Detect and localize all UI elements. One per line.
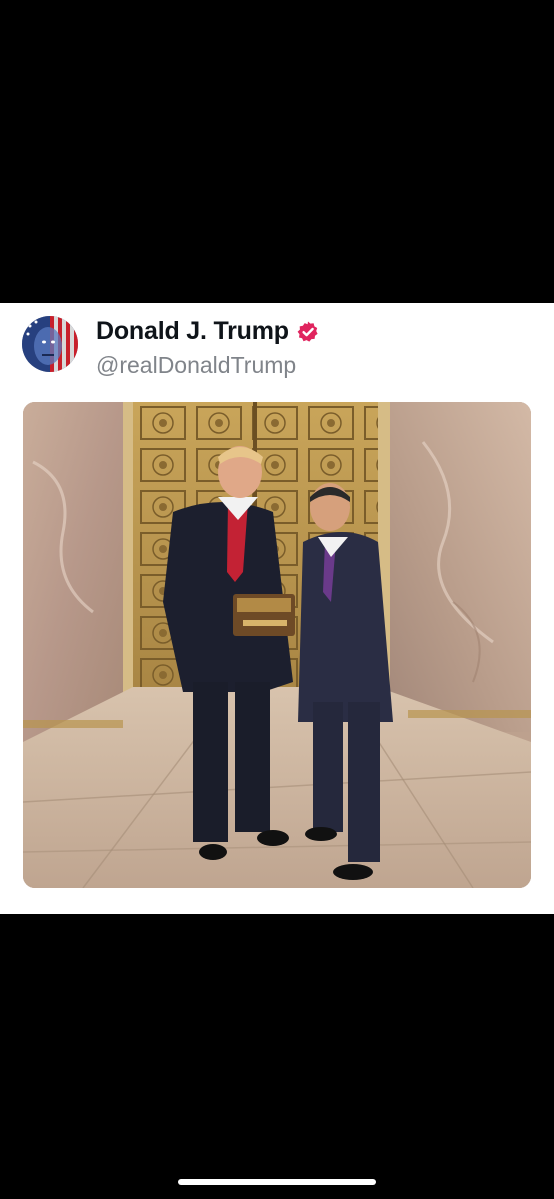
home-indicator[interactable] bbox=[178, 1179, 376, 1185]
verified-badge-icon bbox=[296, 320, 320, 344]
profile-avatar[interactable] bbox=[22, 316, 78, 372]
post-photo[interactable] bbox=[23, 402, 531, 888]
avatar-image bbox=[22, 316, 78, 372]
top-black-area bbox=[0, 0, 554, 303]
photo-illustration bbox=[23, 402, 531, 888]
bottom-black-area bbox=[0, 914, 554, 1199]
post-card[interactable]: Donald J. Trump @realDonaldTrump bbox=[0, 303, 554, 914]
author-display-name[interactable]: Donald J. Trump bbox=[96, 317, 289, 346]
author-name-row[interactable]: Donald J. Trump bbox=[96, 317, 320, 346]
author-handle[interactable]: @realDonaldTrump bbox=[96, 352, 296, 379]
key-gift-box bbox=[233, 594, 295, 636]
